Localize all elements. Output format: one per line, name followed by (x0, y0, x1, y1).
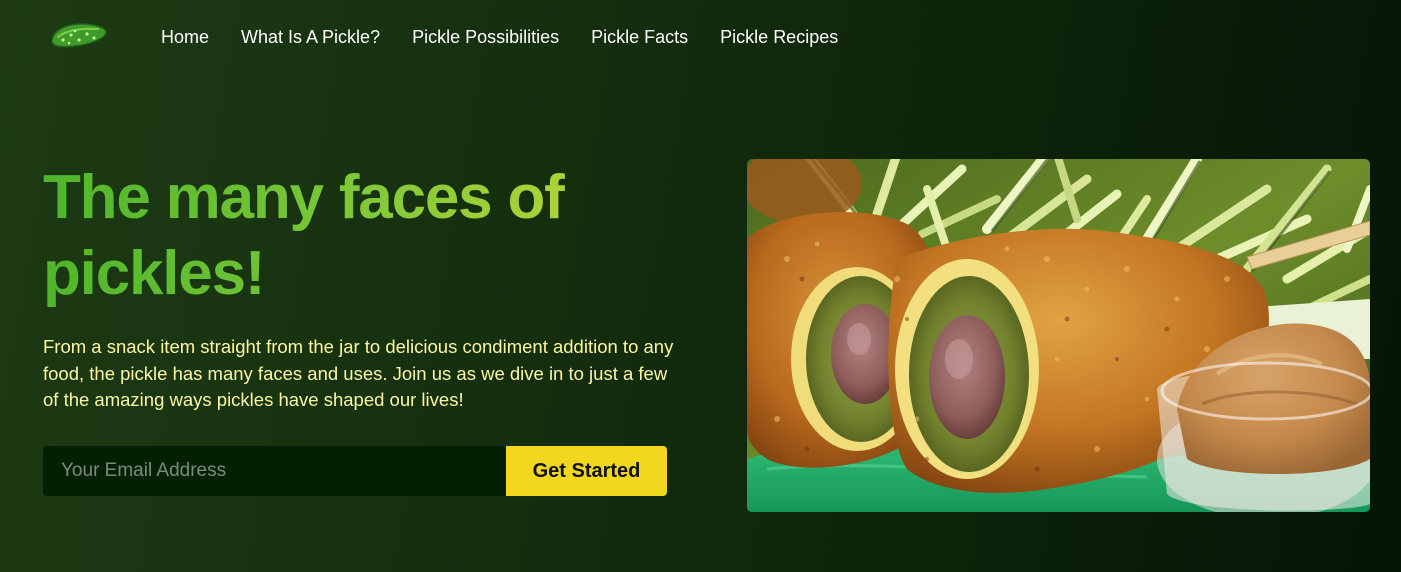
nav-link-pickle-facts[interactable]: Pickle Facts (575, 26, 704, 48)
nav-item-pickle-possibilities: Pickle Possibilities (396, 26, 575, 48)
nav-item-what-is-a-pickle: What Is A Pickle? (225, 26, 396, 48)
hero-description: From a snack item straight from the jar … (43, 336, 674, 410)
nav-item-pickle-recipes: Pickle Recipes (704, 26, 854, 48)
signup-form: Get Started (43, 446, 667, 496)
nav-menu: Home What Is A Pickle? Pickle Possibilit… (145, 26, 854, 48)
get-started-button[interactable]: Get Started (506, 446, 667, 496)
nav-link-pickle-possibilities[interactable]: Pickle Possibilities (396, 26, 575, 48)
pickle-logo-icon[interactable] (48, 20, 110, 52)
email-input[interactable] (43, 446, 506, 496)
nav-link-home[interactable]: Home (145, 26, 225, 48)
hero-image-pickle-corndogs (747, 159, 1370, 512)
nav-item-pickle-facts: Pickle Facts (575, 26, 704, 48)
nav-link-what-is-a-pickle[interactable]: What Is A Pickle? (225, 26, 396, 48)
nav-item-home: Home (145, 26, 225, 48)
navbar: Home What Is A Pickle? Pickle Possibilit… (0, 0, 1401, 74)
nav-link-pickle-recipes[interactable]: Pickle Recipes (704, 26, 854, 48)
hero-title: The many faces of pickles! (43, 160, 683, 312)
